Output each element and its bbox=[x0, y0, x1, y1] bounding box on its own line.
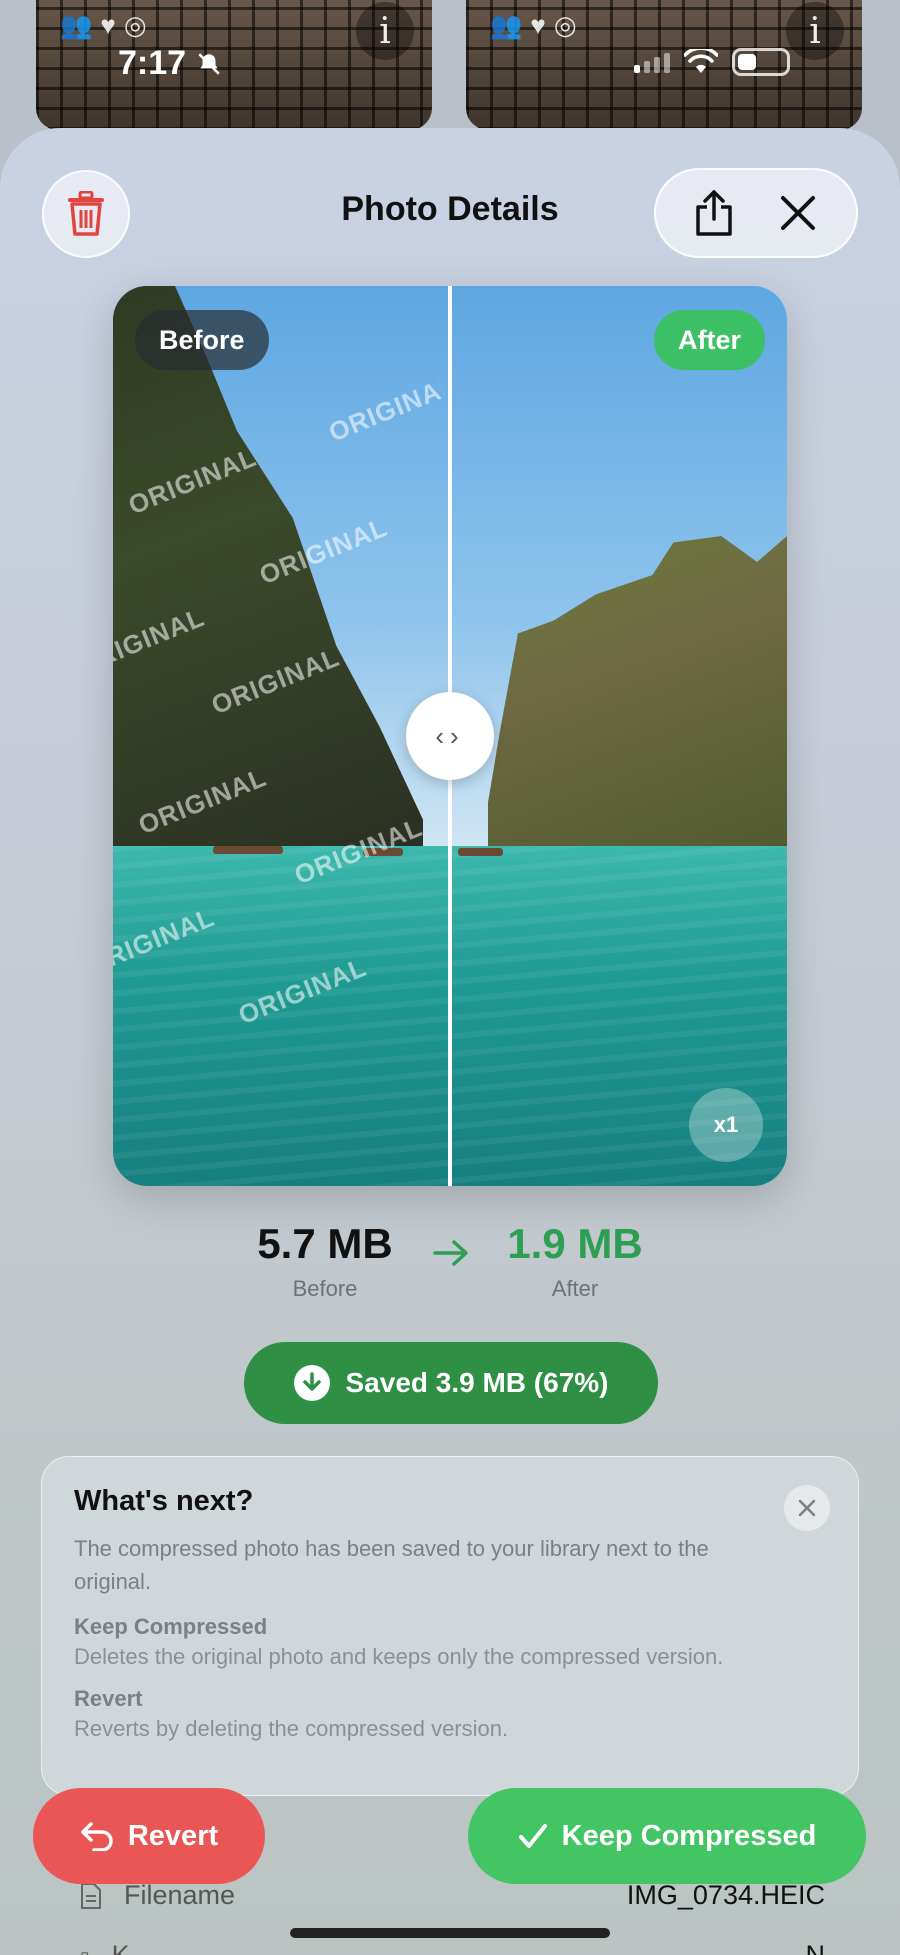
filename-row: Filename IMG_0734.HEIC bbox=[80, 1880, 825, 1911]
saved-badge: Saved 3.9 MB (67%) bbox=[244, 1342, 658, 1424]
before-size-value: 5.7 MB bbox=[257, 1220, 393, 1267]
checkmark-icon bbox=[518, 1824, 547, 1848]
metadata-icon: ▫ bbox=[80, 1940, 90, 1955]
dismiss-card-button[interactable] bbox=[784, 1485, 830, 1531]
after-size: 1.9 MB After bbox=[490, 1220, 660, 1302]
home-indicator[interactable] bbox=[290, 1928, 610, 1938]
shared-favorite-icons: 👥 ♥ ◎ bbox=[490, 10, 577, 41]
heart-icon: ♥ bbox=[100, 10, 116, 40]
arrow-right-icon bbox=[433, 1240, 468, 1266]
keep-compressed-button-label: Keep Compressed bbox=[561, 1819, 817, 1852]
bell-slash-icon bbox=[198, 52, 220, 75]
share-icon bbox=[696, 190, 732, 236]
share-button[interactable] bbox=[684, 183, 744, 243]
people-icon: 👥 bbox=[490, 10, 523, 40]
after-label: After bbox=[653, 310, 765, 370]
battery-icon bbox=[732, 48, 790, 76]
revert-button[interactable]: Revert bbox=[33, 1788, 265, 1884]
cellular-signal-icon bbox=[634, 51, 670, 73]
comparison-drag-handle[interactable]: ‹› bbox=[406, 692, 494, 780]
close-icon bbox=[798, 1499, 816, 1517]
saved-badge-label: Saved 3.9 MB (67%) bbox=[345, 1367, 609, 1398]
before-size-caption: Before bbox=[292, 1276, 358, 1301]
boat bbox=[458, 848, 503, 856]
download-arrow-icon bbox=[293, 1365, 330, 1401]
whats-next-card: What's next? The compressed photo has be… bbox=[41, 1456, 859, 1796]
heart-icon: ♥ bbox=[530, 10, 546, 40]
document-icon bbox=[81, 1882, 101, 1909]
info-icon[interactable]: i bbox=[356, 2, 414, 60]
live-photo-icon: ◎ bbox=[553, 10, 577, 40]
whats-next-body: The compressed photo has been saved to y… bbox=[74, 1536, 709, 1594]
metadata-row: ▫ K N bbox=[80, 1940, 825, 1955]
chevron-left-right-icon: ‹› bbox=[435, 720, 465, 751]
keep-compressed-heading: Keep Compressed bbox=[74, 1614, 268, 1639]
before-after-comparison[interactable]: ORIGINAL ORIGINAL ORIGINAL ORIGINAL ORIG… bbox=[113, 286, 787, 1186]
metadata-label: K bbox=[111, 1940, 130, 1955]
shared-favorite-icons: 👥 ♥ ◎ bbox=[60, 10, 147, 41]
wifi-icon bbox=[684, 49, 718, 73]
undo-arrow-icon bbox=[81, 1822, 113, 1851]
whats-next-title: What's next? bbox=[74, 1485, 254, 1517]
people-icon: 👥 bbox=[60, 10, 93, 40]
zoom-button[interactable]: x1 bbox=[689, 1088, 763, 1162]
live-photo-icon: ◎ bbox=[123, 10, 147, 40]
before-size: 5.7 MB Before bbox=[240, 1220, 410, 1302]
after-size-caption: After bbox=[551, 1276, 599, 1301]
background-photo-thumbnail: 👥 ♥ ◎ i bbox=[36, 0, 432, 130]
revert-button-label: Revert bbox=[127, 1819, 219, 1852]
info-icon[interactable]: i bbox=[786, 2, 844, 60]
close-icon bbox=[781, 196, 815, 230]
keep-compressed-button[interactable]: Keep Compressed bbox=[468, 1788, 866, 1884]
close-button[interactable] bbox=[768, 183, 828, 243]
status-bar-time: 7:17 bbox=[118, 44, 222, 83]
revert-description: Reverts by deleting the compressed versi… bbox=[74, 1716, 509, 1741]
filename-value: IMG_0734.HEIC bbox=[626, 1880, 825, 1910]
metadata-value: N bbox=[805, 1940, 826, 1955]
revert-heading: Revert bbox=[74, 1686, 143, 1711]
header-actions bbox=[654, 168, 858, 258]
filename-label: Filename bbox=[124, 1880, 236, 1910]
boat bbox=[213, 846, 283, 854]
after-size-value: 1.9 MB bbox=[507, 1220, 643, 1267]
keep-compressed-description: Deletes the original photo and keeps onl… bbox=[74, 1644, 724, 1669]
before-label: Before bbox=[135, 310, 269, 370]
clock-text: 7:17 bbox=[118, 44, 187, 82]
status-bar-indicators bbox=[634, 48, 790, 76]
